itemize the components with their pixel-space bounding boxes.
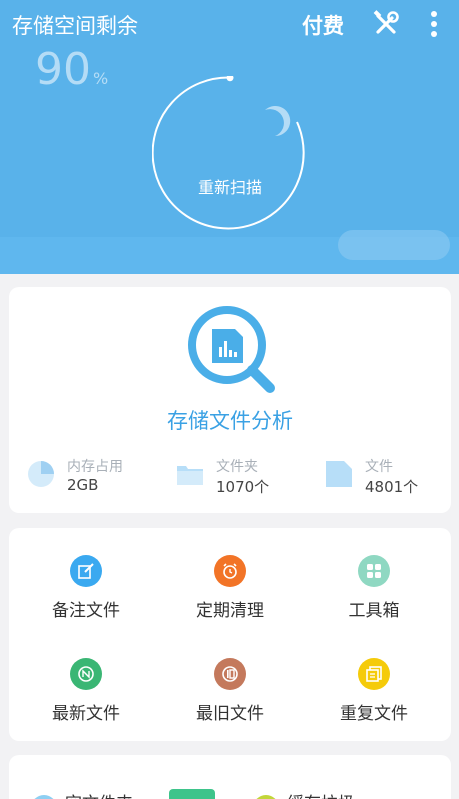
oldest-files-button[interactable]: 最旧文件 (160, 658, 300, 738)
analysis-title[interactable]: 存储文件分析 (9, 405, 451, 435)
edit-note-icon (70, 555, 102, 587)
more-vertical-icon[interactable] (424, 10, 444, 38)
stat-value: 2GB (67, 476, 99, 494)
tools-card: 备注文件 定期清理 工具箱 最新文件 最旧文件 重复文件 (9, 528, 451, 741)
pie-chart-icon (28, 461, 54, 487)
stat-label: 文件夹 (216, 459, 258, 475)
stat-label: 文件 (365, 459, 393, 475)
notes-files-button[interactable]: 备注文件 (16, 555, 156, 635)
duplicate-files-button[interactable]: 重复文件 (304, 658, 444, 738)
toolbox-grid-icon (358, 555, 390, 587)
percent-sign: % (93, 69, 109, 88)
bottom-label: 缓存垃圾 (287, 789, 355, 799)
newest-files-button[interactable]: 最新文件 (16, 658, 156, 738)
new-file-icon (70, 658, 102, 690)
percent-value: 90 (35, 44, 91, 95)
bottom-label: 空文件夹 (65, 789, 133, 799)
storage-search-icon (188, 306, 275, 393)
tool-label: 最旧文件 (196, 704, 264, 724)
old-file-icon (214, 658, 246, 690)
tool-label: 定期清理 (196, 601, 264, 621)
duplicate-file-icon (358, 658, 390, 690)
pay-button[interactable]: 付费 (302, 10, 344, 40)
toolbox-button[interactable]: 工具箱 (304, 555, 444, 635)
cleanup-card: 空文件夹 缓存垃圾 (9, 755, 451, 799)
header-decoration (338, 230, 450, 260)
cache-junk-icon (253, 795, 279, 799)
storage-analysis-card[interactable]: 存储文件分析 内存占用 2GB 文件夹 1070个 文件 4801个 (9, 287, 451, 513)
rescan-button[interactable]: 重新扫描 (180, 174, 280, 198)
status-badge (169, 789, 215, 799)
stat-label: 内存占用 (67, 459, 123, 475)
page-title: 存储空间剩余 (12, 14, 138, 38)
stat-value: 1070个 (216, 478, 270, 496)
wrench-screwdriver-icon[interactable] (372, 10, 400, 38)
tool-label: 备注文件 (52, 601, 120, 621)
tool-label: 重复文件 (340, 704, 408, 724)
scheduled-clean-button[interactable]: 定期清理 (160, 555, 300, 635)
stat-value: 4801个 (365, 478, 419, 496)
tool-label: 工具箱 (348, 601, 400, 621)
file-icon (326, 461, 352, 487)
remaining-percent: 90% (35, 44, 108, 95)
storage-header: 存储空间剩余 付费 90% 重新扫描 (0, 0, 459, 274)
empty-folder-icon (31, 795, 57, 799)
tool-label: 最新文件 (52, 704, 120, 724)
folder-icon (177, 466, 203, 485)
scan-ring (152, 76, 305, 230)
alarm-clock-icon (214, 555, 246, 587)
